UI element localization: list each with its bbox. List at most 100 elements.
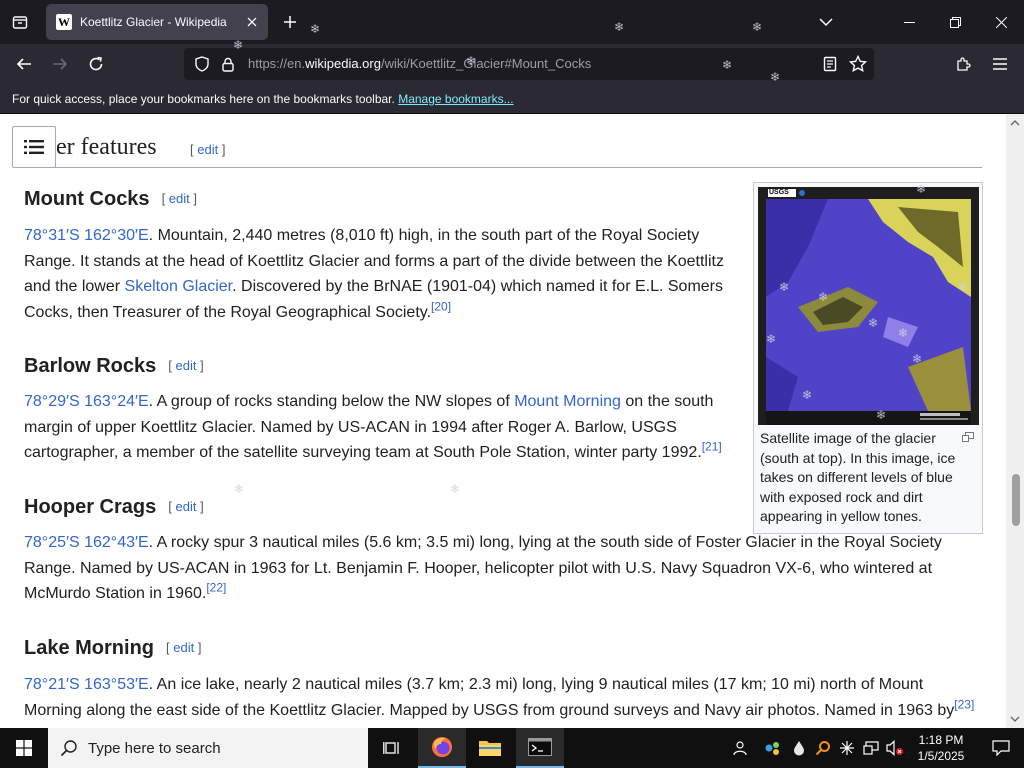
hamburger-icon	[993, 58, 1007, 70]
droplet-icon[interactable]	[790, 738, 808, 758]
bookmark-star-icon[interactable]	[848, 54, 868, 74]
paragraph-barlow-rocks: 78°29′S 163°24′E. A group of rocks stand…	[24, 393, 722, 461]
heading-lake-morning: Lake Morning [ edit ]	[24, 637, 201, 660]
reference-20-link[interactable]: [20]	[431, 299, 451, 313]
paragraph-lake-morning: 78°21′S 163°53′E. An ice lake, nearly 2 …	[24, 676, 975, 719]
section-heading-text: her features	[44, 134, 157, 160]
bookmarks-message: For quick access, place your bookmarks h…	[12, 92, 395, 106]
volume-muted-icon[interactable]	[886, 738, 904, 758]
restore-icon	[949, 16, 961, 28]
heading-hooper-crags: Hooper Crags [ edit ]	[24, 496, 204, 519]
chevron-down-icon	[819, 18, 833, 27]
system-clock[interactable]: 1:18 PM 1/5/2025	[912, 732, 970, 764]
new-tab-button[interactable]	[278, 8, 302, 36]
screen: W Koettlitz Glacier - Wikipedia https://…	[0, 0, 1024, 768]
edit-lake-morning-link[interactable]: [ edit ]	[166, 640, 201, 655]
taskbar-terminal[interactable]	[516, 728, 564, 768]
network-icon[interactable]	[862, 738, 880, 758]
navigation-toolbar: https://en.wikipedia.org/wiki/Koettlitz_…	[0, 44, 1024, 84]
reader-view-icon[interactable]	[820, 54, 840, 74]
coordinates-link[interactable]: 78°21′S 163°53′E	[24, 676, 149, 693]
heading-mount-cocks: Mount Cocks [ edit ]	[24, 188, 197, 211]
reference-23-link[interactable]: [23]	[954, 697, 974, 711]
arrow-left-icon	[16, 58, 31, 70]
browser-tab-bar: W Koettlitz Glacier - Wikipedia	[0, 0, 1024, 44]
close-icon	[247, 17, 257, 27]
scroll-down-arrow-icon[interactable]	[1009, 713, 1021, 725]
start-button[interactable]	[0, 728, 48, 768]
app-menu-button[interactable]	[986, 50, 1014, 78]
scrollbar-thumb[interactable]	[1012, 474, 1020, 526]
edit-hooper-crags-link[interactable]: [ edit ]	[168, 499, 203, 514]
edit-barlow-rocks-link[interactable]: [ edit ]	[168, 358, 203, 373]
coordinates-link[interactable]: 78°31′S 162°30′E	[24, 227, 149, 244]
paragraph-mount-cocks: 78°31′S 162°30′E. Mountain, 2,440 metres…	[24, 227, 724, 321]
clock-time: 1:18 PM	[918, 733, 964, 747]
folder-icon	[479, 741, 501, 756]
windows-logo-icon	[16, 740, 32, 756]
magnifier-app-icon[interactable]	[814, 738, 832, 758]
edit-section-link[interactable]: [ edit ]	[190, 142, 225, 157]
heading-barlow-rocks: Barlow Rocks [ edit ]	[24, 355, 204, 378]
taskbar-file-explorer[interactable]	[466, 728, 514, 768]
search-icon	[60, 740, 77, 757]
edit-mount-cocks-link[interactable]: [ edit ]	[162, 191, 197, 206]
reload-button[interactable]	[82, 50, 110, 78]
clock-date: 1/5/2025	[917, 749, 965, 763]
reload-icon	[89, 56, 103, 71]
heading-text: Mount Cocks	[24, 188, 150, 210]
firefox-icon	[432, 737, 452, 757]
bookmarks-toolbar: For quick access, place your bookmarks h…	[0, 84, 1024, 114]
section-heading-other-features: her features [ edit ]	[24, 132, 982, 168]
address-bar[interactable]: https://en.wikipedia.org/wiki/Koettlitz_…	[184, 48, 874, 80]
plus-icon	[284, 16, 296, 28]
close-icon	[995, 16, 1007, 28]
scroll-up-arrow-icon[interactable]	[1009, 117, 1021, 129]
extensions-button[interactable]	[950, 50, 978, 78]
figure-caption: Satellite image of the glacier (south at…	[760, 430, 956, 524]
lock-icon[interactable]	[218, 54, 238, 74]
satellite-image[interactable]: USGS	[758, 187, 979, 425]
terminal-icon	[528, 738, 552, 756]
task-view-icon	[383, 742, 399, 754]
manage-bookmarks-link[interactable]: Manage bookmarks...	[398, 92, 513, 106]
back-button[interactable]	[10, 50, 38, 78]
satellite-image-figure: USGS Satellite image of the glacier (sou…	[753, 182, 983, 534]
search-placeholder: Type here to search	[88, 740, 221, 757]
people-icon[interactable]	[730, 738, 748, 758]
coordinates-link[interactable]: 78°25′S 162°43′E	[24, 534, 149, 551]
reference-21-link[interactable]: [21]	[702, 440, 722, 454]
tab-close-button[interactable]	[242, 12, 262, 32]
tab-koettlitz-glacier[interactable]: W Koettlitz Glacier - Wikipedia	[46, 4, 268, 40]
minimize-button[interactable]	[886, 0, 932, 44]
url-text[interactable]: https://en.wikipedia.org/wiki/Koettlitz_…	[248, 56, 591, 71]
reference-22-link[interactable]: [22]	[206, 581, 226, 595]
network-apps-icon[interactable]	[764, 738, 782, 758]
heading-text: Barlow Rocks	[24, 355, 157, 377]
taskbar-firefox[interactable]	[418, 728, 466, 768]
heading-text: Lake Morning	[24, 637, 155, 659]
wikipedia-article: her features [ edit ] Mount Cocks [ edit …	[0, 114, 1006, 728]
table-of-contents-button[interactable]	[12, 126, 56, 168]
skelton-glacier-link[interactable]: Skelton Glacier	[125, 278, 233, 295]
heading-text: Hooper Crags	[24, 496, 157, 518]
shield-icon[interactable]	[192, 54, 212, 74]
page-scrollbar[interactable]	[1006, 114, 1024, 728]
snowflake-app-icon[interactable]	[838, 738, 856, 758]
tab-list-button[interactable]	[6, 8, 34, 36]
restore-button[interactable]	[932, 0, 978, 44]
list-icon	[24, 140, 44, 154]
window-close-button[interactable]	[978, 0, 1024, 44]
mount-morning-link[interactable]: Mount Morning	[514, 393, 621, 410]
puzzle-icon	[957, 57, 971, 71]
minimize-icon	[903, 21, 915, 23]
action-center-button[interactable]	[978, 728, 1024, 768]
task-view-button[interactable]	[368, 728, 416, 768]
tab-title: Koettlitz Glacier - Wikipedia	[80, 15, 227, 29]
tab-list-icon	[12, 16, 28, 29]
coordinates-link[interactable]: 78°29′S 163°24′E	[24, 393, 149, 410]
forward-button[interactable]	[46, 50, 74, 78]
notification-icon	[992, 740, 1010, 756]
list-all-tabs-button[interactable]	[814, 10, 838, 34]
taskbar-search-box[interactable]: Type here to search	[48, 728, 368, 768]
